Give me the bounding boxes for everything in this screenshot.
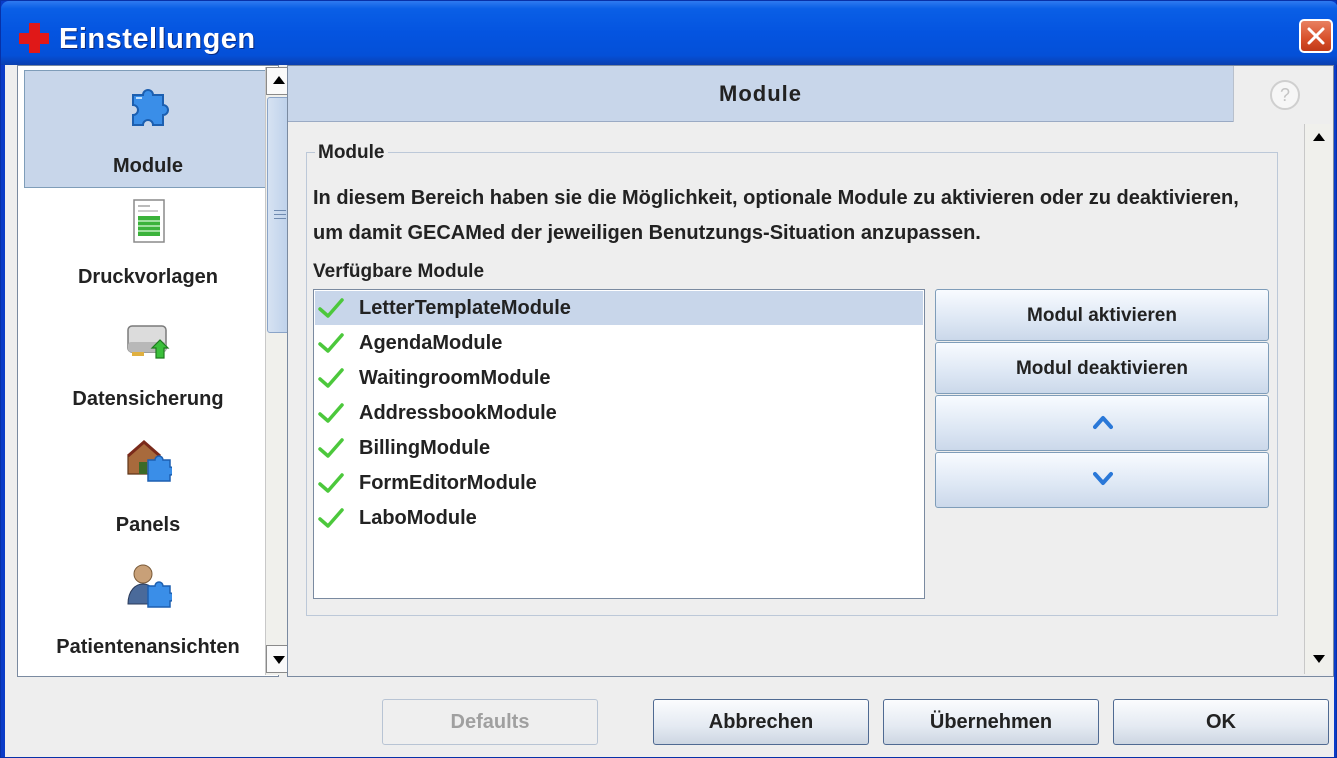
defaults-button[interactable]: Defaults (382, 699, 598, 745)
dialog-body: Module Druckvorlagen Datensicherung Pane… (5, 65, 1334, 757)
settings-main-panel: Module ? Module In diesem Bereich haben … (287, 65, 1334, 677)
sidebar-item-label: Druckvorlagen (77, 266, 219, 288)
panel-header: Module (288, 66, 1233, 122)
list-item[interactable]: LetterTemplateModule (315, 291, 923, 325)
drive-backup-icon (127, 325, 170, 359)
deactivate-module-button[interactable]: Modul deaktivieren (935, 342, 1269, 394)
list-item[interactable]: LaboModule (315, 501, 923, 535)
module-list[interactable]: LetterTemplateModule AgendaModule Waitin… (313, 289, 925, 599)
sidebar-item-label: Panels (115, 514, 181, 536)
settings-sidebar: Module Druckvorlagen Datensicherung Pane… (17, 65, 279, 677)
module-name: LaboModule (359, 507, 477, 529)
list-item[interactable]: AgendaModule (315, 326, 923, 360)
close-icon (1307, 27, 1325, 45)
module-name: BillingModule (359, 437, 491, 459)
scroll-down-button[interactable] (1305, 644, 1332, 672)
check-icon (318, 508, 344, 528)
available-modules-label: Verfügbare Module (313, 261, 485, 282)
sidebar-item-label: Module (113, 155, 183, 177)
help-icon[interactable]: ? (1270, 80, 1300, 110)
check-icon (318, 403, 344, 423)
sidebar-item-datensicherung[interactable]: Datensicherung (24, 312, 272, 430)
document-icon (133, 199, 165, 243)
puzzle-icon (132, 89, 169, 126)
title-bar[interactable]: Einstellungen (1, 1, 1337, 65)
check-icon (318, 333, 344, 353)
red-cross-icon (19, 23, 49, 53)
list-item[interactable]: FormEditorModule (315, 466, 923, 500)
group-title: Module (315, 142, 388, 164)
module-name: LetterTemplateModule (359, 297, 571, 319)
scroll-up-button[interactable] (1305, 124, 1332, 152)
module-description: In diesem Bereich haben sie die Möglichk… (313, 187, 1239, 244)
help-area: ? (1233, 66, 1333, 122)
module-name: WaitingroomModule (359, 367, 551, 389)
sidebar-item-label: Patientenansichten (56, 636, 240, 658)
module-name: AgendaModule (359, 332, 503, 354)
move-down-button[interactable] (935, 452, 1269, 508)
sidebar-item-panels[interactable]: Panels (24, 434, 272, 552)
check-icon (318, 473, 344, 493)
sidebar-item-druckvorlagen[interactable]: Druckvorlagen (24, 190, 272, 308)
ok-button[interactable]: OK (1113, 699, 1329, 745)
settings-window: Einstellungen Module Druckvorlagen Daten… (0, 0, 1337, 758)
module-group: Module In diesem Bereich haben sie die M… (306, 142, 1278, 616)
apply-button[interactable]: Übernehmen (883, 699, 1099, 745)
sidebar-item-label: Datensicherung (72, 388, 224, 410)
main-scrollbar[interactable] (1304, 124, 1332, 674)
page-title: Module (719, 81, 802, 106)
module-name: AddressbookModule (359, 402, 557, 424)
check-icon (318, 438, 344, 458)
move-up-button[interactable] (935, 395, 1269, 451)
list-item[interactable]: WaitingroomModule (315, 361, 923, 395)
close-button[interactable] (1299, 19, 1333, 53)
cancel-button[interactable]: Abbrechen (653, 699, 869, 745)
check-icon (318, 368, 344, 388)
list-item[interactable]: BillingModule (315, 431, 923, 465)
sidebar-item-module[interactable]: Module (24, 70, 272, 188)
sidebar-item-patientenansichten[interactable]: Patientenansichten (24, 556, 272, 674)
activate-module-button[interactable]: Modul aktivieren (935, 289, 1269, 341)
chevron-up-icon (1093, 416, 1113, 429)
person-puzzle-icon (127, 564, 172, 608)
window-title: Einstellungen (59, 23, 256, 55)
list-item[interactable]: AddressbookModule (315, 396, 923, 430)
chevron-down-icon (1093, 472, 1113, 485)
house-puzzle-icon (127, 440, 172, 482)
module-name: FormEditorModule (359, 472, 537, 494)
check-icon (318, 298, 344, 318)
